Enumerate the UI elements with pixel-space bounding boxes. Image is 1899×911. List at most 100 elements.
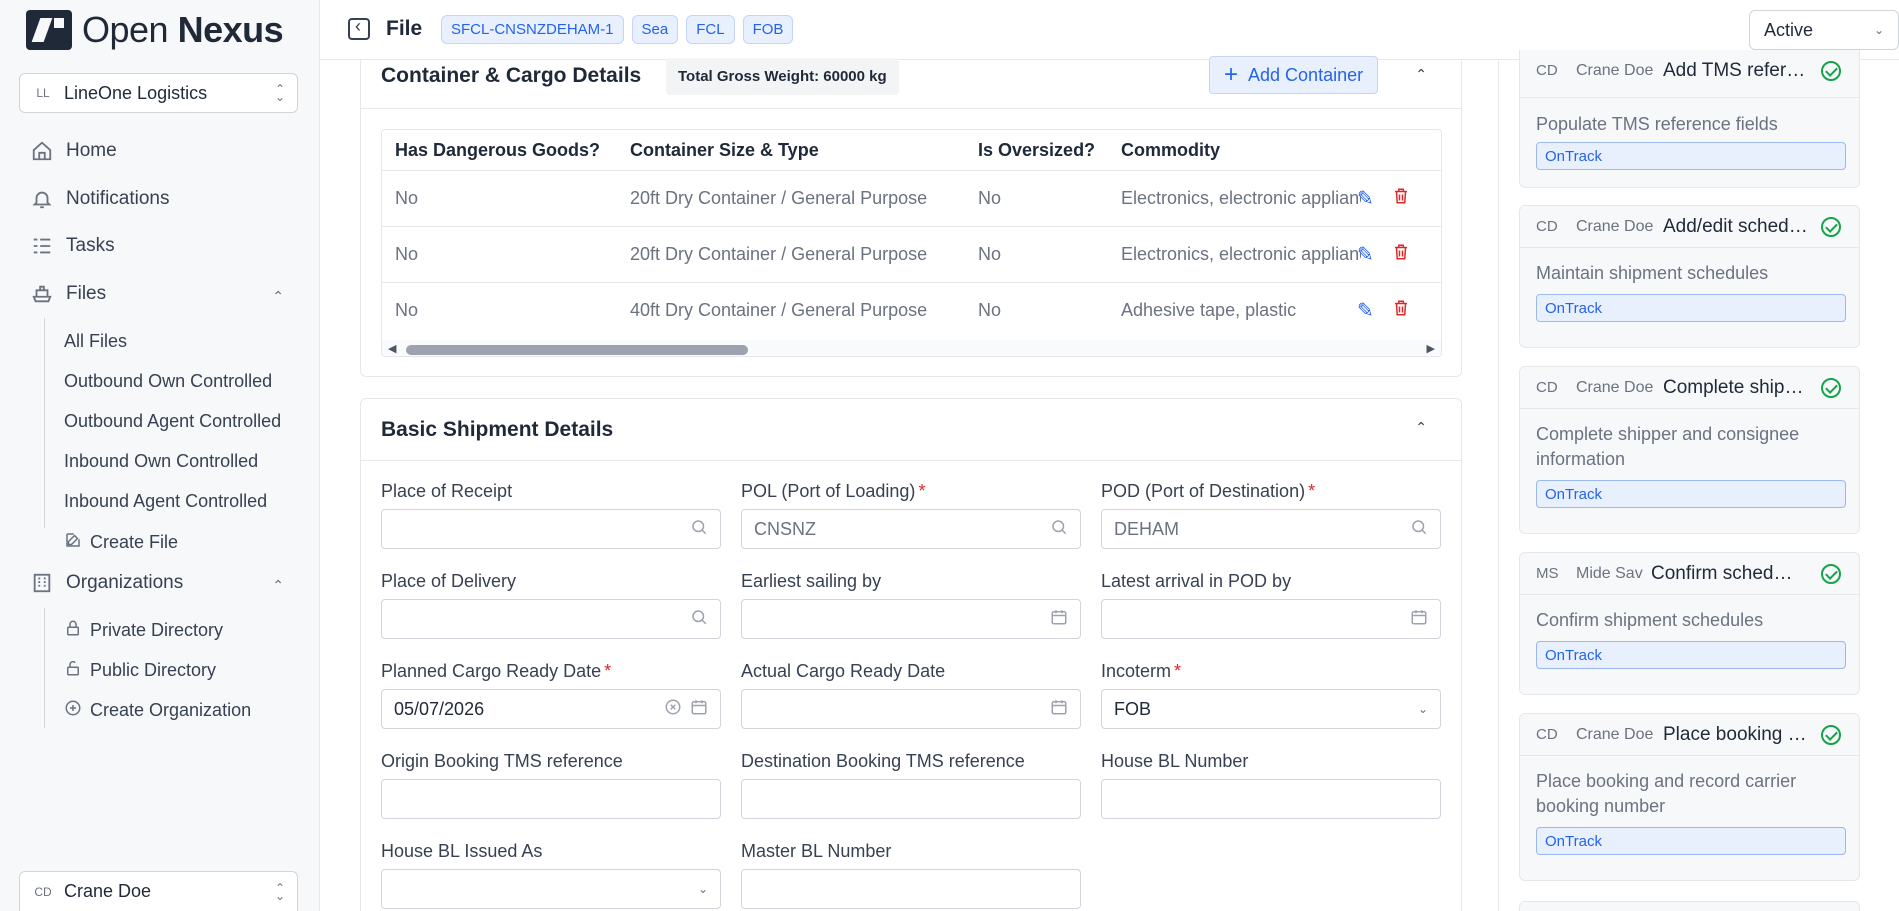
public-directory-label: Public Directory bbox=[90, 660, 217, 680]
place-of-receipt-input[interactable] bbox=[381, 509, 721, 549]
add-container-button[interactable]: + Add Container bbox=[1209, 56, 1379, 94]
check-circle-icon bbox=[1821, 217, 1841, 237]
edit-pencil-icon[interactable]: ✎ bbox=[1357, 242, 1374, 268]
trash-icon[interactable] bbox=[1392, 298, 1410, 324]
master-bl-input[interactable] bbox=[741, 869, 1081, 909]
files-subnav-line bbox=[44, 318, 45, 528]
dest-tms-input[interactable] bbox=[741, 779, 1081, 819]
check-circle-icon bbox=[1821, 725, 1841, 745]
planned-ready-label: Planned Cargo Ready Date * bbox=[381, 661, 612, 681]
task-status-badge: OnTrack bbox=[1536, 142, 1846, 170]
task-header: MS Mide Sav Confirm schedules bbox=[1520, 553, 1859, 595]
col-dangerous-goods: Has Dangerous Goods? bbox=[395, 140, 601, 160]
cell-size-type: 20ft Dry Container / General Purpose bbox=[630, 188, 928, 208]
task-card[interactable]: CD Crane Doe Add/edit schedules Maintain… bbox=[1519, 205, 1860, 348]
incoterm-select[interactable]: FOB ⌄ bbox=[1101, 689, 1441, 729]
user-initials: CD bbox=[34, 884, 52, 899]
house-bl-issued-select[interactable]: ⌄ bbox=[381, 869, 721, 909]
nav-item-files[interactable]: Files bbox=[30, 282, 106, 306]
calendar-icon[interactable] bbox=[1410, 608, 1428, 631]
container-card-title: Container & Cargo Details bbox=[381, 64, 642, 87]
nav-item-notifications[interactable]: Notifications bbox=[30, 187, 170, 211]
subnav-create-organization[interactable]: Create Organization bbox=[64, 699, 294, 722]
task-assignee: Crane Doe bbox=[1576, 218, 1654, 235]
task-description: Place booking and record carrier booking… bbox=[1536, 771, 1797, 816]
actual-ready-input[interactable] bbox=[741, 689, 1081, 729]
trash-icon[interactable] bbox=[1392, 242, 1410, 268]
earliest-sailing-input[interactable] bbox=[741, 599, 1081, 639]
calendar-icon[interactable] bbox=[690, 698, 708, 721]
origin-tms-input[interactable] bbox=[381, 779, 721, 819]
search-icon bbox=[1050, 518, 1068, 541]
task-assignee: Crane Doe bbox=[1576, 379, 1654, 396]
subnav-public-directory[interactable]: Public Directory bbox=[64, 659, 294, 682]
subnav-create-file[interactable]: Create File bbox=[64, 531, 294, 554]
file-status-select[interactable]: Active ⌄ bbox=[1749, 10, 1899, 50]
ship-icon bbox=[30, 282, 54, 306]
subnav-outbound-own[interactable]: Outbound Own Controlled bbox=[64, 371, 294, 392]
logo[interactable]: Open Nexus bbox=[26, 9, 284, 50]
edit-pencil-icon[interactable]: ✎ bbox=[1357, 298, 1374, 324]
scrollbar-thumb[interactable] bbox=[406, 345, 748, 355]
task-assignee-initials: CD bbox=[1536, 726, 1558, 743]
row-actions: ✎ bbox=[1357, 242, 1410, 268]
table-horizontal-scrollbar[interactable]: ◀ ▶ bbox=[382, 340, 1441, 356]
task-title: Complete shipper info bbox=[1663, 377, 1813, 398]
containers-table: Has Dangerous Goods? Container Size & Ty… bbox=[381, 129, 1442, 357]
task-status-badge: OnTrack bbox=[1536, 827, 1846, 855]
search-icon bbox=[1410, 518, 1428, 541]
place-of-delivery-label: Place of Delivery bbox=[381, 571, 517, 591]
pod-input[interactable]: DEHAM bbox=[1101, 509, 1441, 549]
cell-commodity: Electronics, electronic appliances, au bbox=[1121, 188, 1361, 208]
private-directory-label: Private Directory bbox=[90, 620, 224, 640]
nav-item-tasks[interactable]: Tasks bbox=[30, 234, 115, 258]
earliest-sailing-label: Earliest sailing by bbox=[741, 571, 882, 591]
tag-load-type: FCL bbox=[686, 15, 735, 44]
shipment-card-header: Basic Shipment Details ⌃ bbox=[361, 399, 1461, 461]
col-commodity: Commodity bbox=[1121, 140, 1220, 160]
cell-dangerous: No bbox=[395, 188, 419, 208]
pol-input[interactable]: CNSNZ bbox=[741, 509, 1081, 549]
place-of-delivery-input[interactable] bbox=[381, 599, 721, 639]
task-card[interactable]: MS Mide Sav Confirm schedules Confirm sh… bbox=[1519, 552, 1860, 695]
user-switcher[interactable]: CD Crane Doe ⌃ ⌄ bbox=[19, 871, 298, 911]
org-initials: LL bbox=[36, 86, 50, 100]
edit-pencil-icon[interactable]: ✎ bbox=[1357, 186, 1374, 212]
calendar-icon[interactable] bbox=[1050, 698, 1068, 721]
subnav-outbound-agent[interactable]: Outbound Agent Controlled bbox=[64, 411, 294, 432]
task-card[interactable]: CD Crane Doe Place booking and record Pl… bbox=[1519, 713, 1860, 881]
sidebar-toggle-icon[interactable] bbox=[348, 16, 370, 40]
lock-icon bbox=[64, 619, 82, 642]
trash-icon[interactable] bbox=[1392, 186, 1410, 212]
nav-item-organizations[interactable]: Organizations bbox=[30, 571, 183, 595]
organizations-collapse-chevron-icon[interactable]: ⌃ bbox=[272, 577, 284, 594]
house-bl-input[interactable] bbox=[1101, 779, 1441, 819]
org-subnav-line bbox=[44, 608, 45, 728]
nav-item-home[interactable]: Home bbox=[30, 139, 117, 163]
task-title: Place booking and record bbox=[1663, 724, 1813, 745]
subnav-all-files[interactable]: All Files bbox=[64, 331, 294, 352]
organization-switcher[interactable]: LL LineOne Logistics ⌃ ⌄ bbox=[19, 73, 298, 113]
latest-arrival-input[interactable] bbox=[1101, 599, 1441, 639]
shipment-card-collapse-icon[interactable]: ⌃ bbox=[1415, 419, 1427, 436]
nav-label-notifications: Notifications bbox=[66, 188, 170, 209]
subnav-private-directory[interactable]: Private Directory bbox=[64, 619, 294, 642]
calendar-icon[interactable] bbox=[1050, 608, 1068, 631]
tag-incoterm: FOB bbox=[742, 15, 794, 44]
chevron-down-icon: ⌄ bbox=[1873, 23, 1884, 37]
task-card[interactable]: CD Crane Doe Add TMS reference fields Po… bbox=[1519, 50, 1860, 188]
scroll-left-icon[interactable]: ◀ bbox=[388, 342, 396, 355]
task-card-partial[interactable] bbox=[1519, 901, 1860, 911]
create-organization-label: Create Organization bbox=[90, 700, 252, 720]
cell-size-type: 20ft Dry Container / General Purpose bbox=[630, 244, 928, 264]
check-circle-icon bbox=[1821, 378, 1841, 398]
subnav-inbound-own[interactable]: Inbound Own Controlled bbox=[64, 451, 294, 472]
task-card[interactable]: CD Crane Doe Complete shipper info Compl… bbox=[1519, 366, 1860, 534]
chevron-down-icon: ⌄ bbox=[1417, 702, 1428, 716]
container-card-collapse-icon[interactable]: ⌃ bbox=[1415, 66, 1427, 83]
subnav-inbound-agent[interactable]: Inbound Agent Controlled bbox=[64, 491, 294, 512]
files-collapse-chevron-icon[interactable]: ⌃ bbox=[272, 288, 284, 305]
planned-ready-input[interactable]: 05/07/2026 bbox=[381, 689, 721, 729]
clear-circle-icon[interactable] bbox=[664, 698, 682, 721]
scroll-right-icon[interactable]: ▶ bbox=[1427, 342, 1435, 355]
